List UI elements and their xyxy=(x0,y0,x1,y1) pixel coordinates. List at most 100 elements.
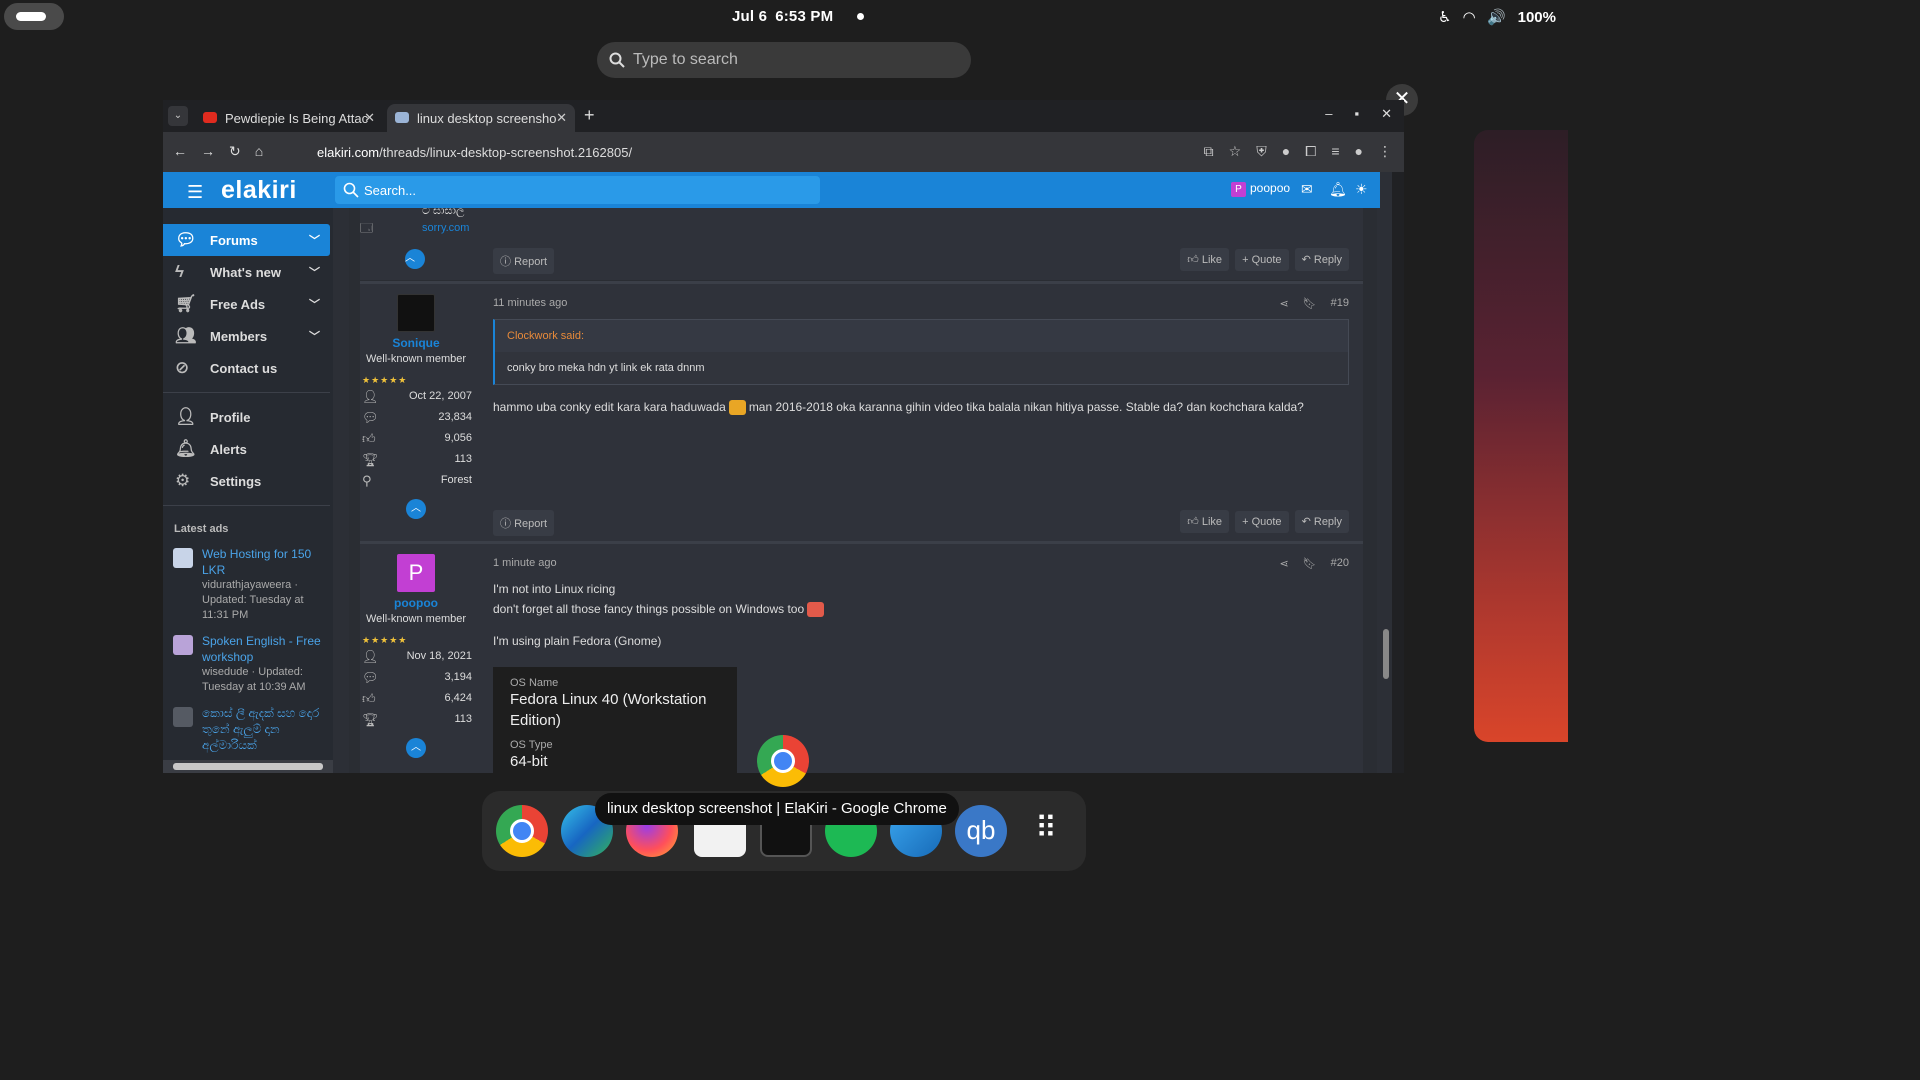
website-icon: 🗔 xyxy=(360,221,374,235)
post-text: I'm not into Linux ricing don't forget a… xyxy=(493,579,1349,651)
system-tray[interactable]: ♿ ◠ 🔊 100% xyxy=(1438,8,1556,27)
qbittorrent-icon[interactable]: qb xyxy=(955,805,1007,857)
bookmark-icon[interactable]: 🔖︎ xyxy=(1303,297,1317,310)
post-text: hammo uba conky edit kara kara haduwada m… xyxy=(493,400,1304,416)
chevron-down-icon[interactable]: ﹀ xyxy=(309,328,320,344)
site-logo[interactable]: elakiri xyxy=(221,176,297,205)
quote-block: Clockwork said: conky bro meka hdn yt li… xyxy=(493,319,1349,385)
activities-button[interactable] xyxy=(4,3,64,30)
trophy-icon: 🏆︎ xyxy=(362,452,379,467)
trophy-icon: 🏆︎ xyxy=(362,712,379,727)
overview-search-field[interactable]: Type to search xyxy=(597,42,971,78)
maximize-button[interactable]: ▪ xyxy=(1354,106,1359,122)
reply-button[interactable]: ↶ Reply xyxy=(1294,510,1349,533)
post-body: 1 minute ago ⋖ 🔖︎ #20 I'm not into Linux r… xyxy=(493,557,1349,773)
alerts-bell-icon[interactable]: 🔔︎ xyxy=(1329,181,1347,198)
user-menu[interactable]: Ppoopoo xyxy=(1231,181,1290,197)
inbox-icon[interactable]: ✉ xyxy=(1301,181,1313,198)
close-tab-icon[interactable]: ✕ xyxy=(556,110,567,126)
chrome-icon[interactable] xyxy=(496,805,548,857)
reload-button[interactable]: ↻ xyxy=(229,143,241,160)
toolbar: ← → ↻ ⌂ elakiri.com/threads/linux-deskto… xyxy=(163,132,1404,172)
divider xyxy=(163,505,330,506)
theme-toggle-icon[interactable]: ☀ xyxy=(1355,181,1368,198)
nav-profile[interactable]: 👤︎ Profile xyxy=(163,401,330,433)
chevron-down-icon[interactable]: ﹀ xyxy=(309,296,320,312)
nav-alerts[interactable]: 🔔︎ Alerts xyxy=(163,433,330,465)
bookmark-icon[interactable]: 🔖︎ xyxy=(1303,557,1317,570)
new-tab-button[interactable]: + xyxy=(584,105,595,126)
extension-shield-icon[interactable]: ⛨ xyxy=(1256,143,1267,160)
tab-elakiri[interactable]: linux desktop screensho ✕ xyxy=(387,104,575,132)
chrome-drag-icon xyxy=(757,735,809,787)
ad-item[interactable]: Web Hosting for 150 LKR vidurathjayaweera… xyxy=(173,546,323,623)
share-icon[interactable]: ⋖ xyxy=(1279,297,1288,310)
reply-button[interactable]: ↶ Reply xyxy=(1294,248,1349,271)
nav-forums[interactable]: 💬︎ Forums ﹀ xyxy=(163,224,330,256)
messages-icon: 💬︎ xyxy=(362,410,379,425)
nav-members[interactable]: 👥︎ Members ﹀ xyxy=(163,320,330,352)
search-placeholder: Type to search xyxy=(633,51,738,68)
app-grid-icon[interactable]: ⠿ xyxy=(1020,805,1072,857)
minimize-button[interactable]: – xyxy=(1325,106,1332,122)
quote-button[interactable]: + Quote xyxy=(1235,249,1289,271)
wifi-icon[interactable]: ◠ xyxy=(1463,8,1475,26)
hamburger-menu-icon[interactable]: ☰ xyxy=(187,182,203,203)
embedded-screenshot[interactable]: OS Name Fedora Linux 40 (Workstation Edi… xyxy=(493,667,737,773)
extension-adblock-icon[interactable]: ● xyxy=(1282,143,1290,160)
avatar[interactable] xyxy=(397,294,435,332)
forward-button[interactable]: → xyxy=(201,143,215,160)
window-close-button[interactable]: ✕ xyxy=(1381,106,1392,122)
scroll-up-button[interactable]: ︿ xyxy=(406,499,426,519)
scroll-up-button[interactable]: ︿ xyxy=(406,738,426,758)
notification-dot xyxy=(857,13,864,20)
tab-strip: ⌄ Pewdiepie Is Being Attac ✕ linux deskto… xyxy=(163,100,1404,132)
members-icon: 👥︎ xyxy=(175,326,197,345)
joined-icon: 👤︎ xyxy=(362,389,379,404)
like-button[interactable]: 👍︎ Like xyxy=(1180,248,1230,271)
bookmark-star-icon[interactable]: ☆ xyxy=(1229,143,1242,160)
tab-youtube[interactable]: Pewdiepie Is Being Attac ✕ xyxy=(195,104,383,132)
nav-whats-new[interactable]: ϟ What's new ﹀ xyxy=(163,256,330,288)
page-scrollbar[interactable] xyxy=(1380,172,1392,773)
user-info: P poopoo Well-known member ★★★★★ 👤︎ Nov 1… xyxy=(360,554,472,758)
chevron-down-icon[interactable]: ﹀ xyxy=(309,232,320,248)
profile-avatar-icon[interactable]: ● xyxy=(1355,143,1363,160)
chevron-down-icon[interactable]: ﹀ xyxy=(309,264,320,280)
address-bar[interactable]: elakiri.com/threads/linux-desktop-screen… xyxy=(289,139,1349,165)
battery-label[interactable]: 100% xyxy=(1518,9,1556,26)
nav-free-ads[interactable]: 🛒︎ Free Ads ﹀ xyxy=(163,288,330,320)
messages-icon: 💬︎ xyxy=(362,670,379,685)
web-page: ☰ elakiri Search... Ppoopoo ✉ 🔔︎ ☀ 💬︎ For… xyxy=(163,172,1392,773)
report-button[interactable]: ⓘ Report xyxy=(493,248,555,274)
latest-ads-list: Web Hosting for 150 LKR vidurathjayaweera… xyxy=(173,546,323,763)
system-top-bar: Jul 6 6:53 PM ♿ ◠ 🔊 100% xyxy=(0,0,1568,34)
sidebar-scrollbar[interactable] xyxy=(163,760,333,773)
dock-tooltip: linux desktop screenshot | ElaKiri - Goo… xyxy=(595,793,959,825)
quote-button[interactable]: + Quote xyxy=(1235,511,1289,533)
install-app-icon[interactable]: ⧉ xyxy=(1204,143,1214,160)
extensions-puzzle-icon[interactable]: ⧠ xyxy=(1305,143,1316,160)
clock[interactable]: Jul 6 6:53 PM xyxy=(732,8,841,25)
site-search-input[interactable]: Search... xyxy=(335,176,820,204)
back-button[interactable]: ← xyxy=(173,143,187,160)
ad-item[interactable]: Spoken English - Free workshop wisedude ·… xyxy=(173,633,323,695)
user-info: Sonique Well-known member ★★★★★ 👤︎ Oct 22… xyxy=(360,294,472,519)
workspace-preview[interactable] xyxy=(1474,130,1568,742)
share-icon[interactable]: ⋖ xyxy=(1279,557,1288,570)
home-button[interactable]: ⌂ xyxy=(255,143,263,160)
accessibility-icon[interactable]: ♿ xyxy=(1438,8,1451,26)
media-controls-icon[interactable]: ≡ xyxy=(1331,143,1339,160)
volume-icon[interactable]: 🔊 xyxy=(1487,8,1506,26)
ad-item[interactable]: කොස් ලී ඇදක් සහ දොර තුනේ ඇලුම් දාන අල්මා… xyxy=(173,705,323,753)
close-tab-icon[interactable]: ✕ xyxy=(364,110,375,126)
report-button[interactable]: ⓘ Report xyxy=(493,510,555,536)
browser-menu-icon[interactable]: ⋮ xyxy=(1378,143,1392,160)
like-button[interactable]: 👍︎ Like xyxy=(1180,510,1230,533)
tab-search-button[interactable]: ⌄ xyxy=(168,106,188,126)
nav-contact-us[interactable]: ⊘ Contact us xyxy=(163,352,330,384)
scroll-up-button[interactable]: ︿ xyxy=(405,249,425,269)
avatar[interactable]: P xyxy=(397,554,435,592)
nav-settings[interactable]: ⚙ Settings xyxy=(163,465,330,497)
post-20: P poopoo Well-known member ★★★★★ 👤︎ Nov 1… xyxy=(360,541,1363,773)
